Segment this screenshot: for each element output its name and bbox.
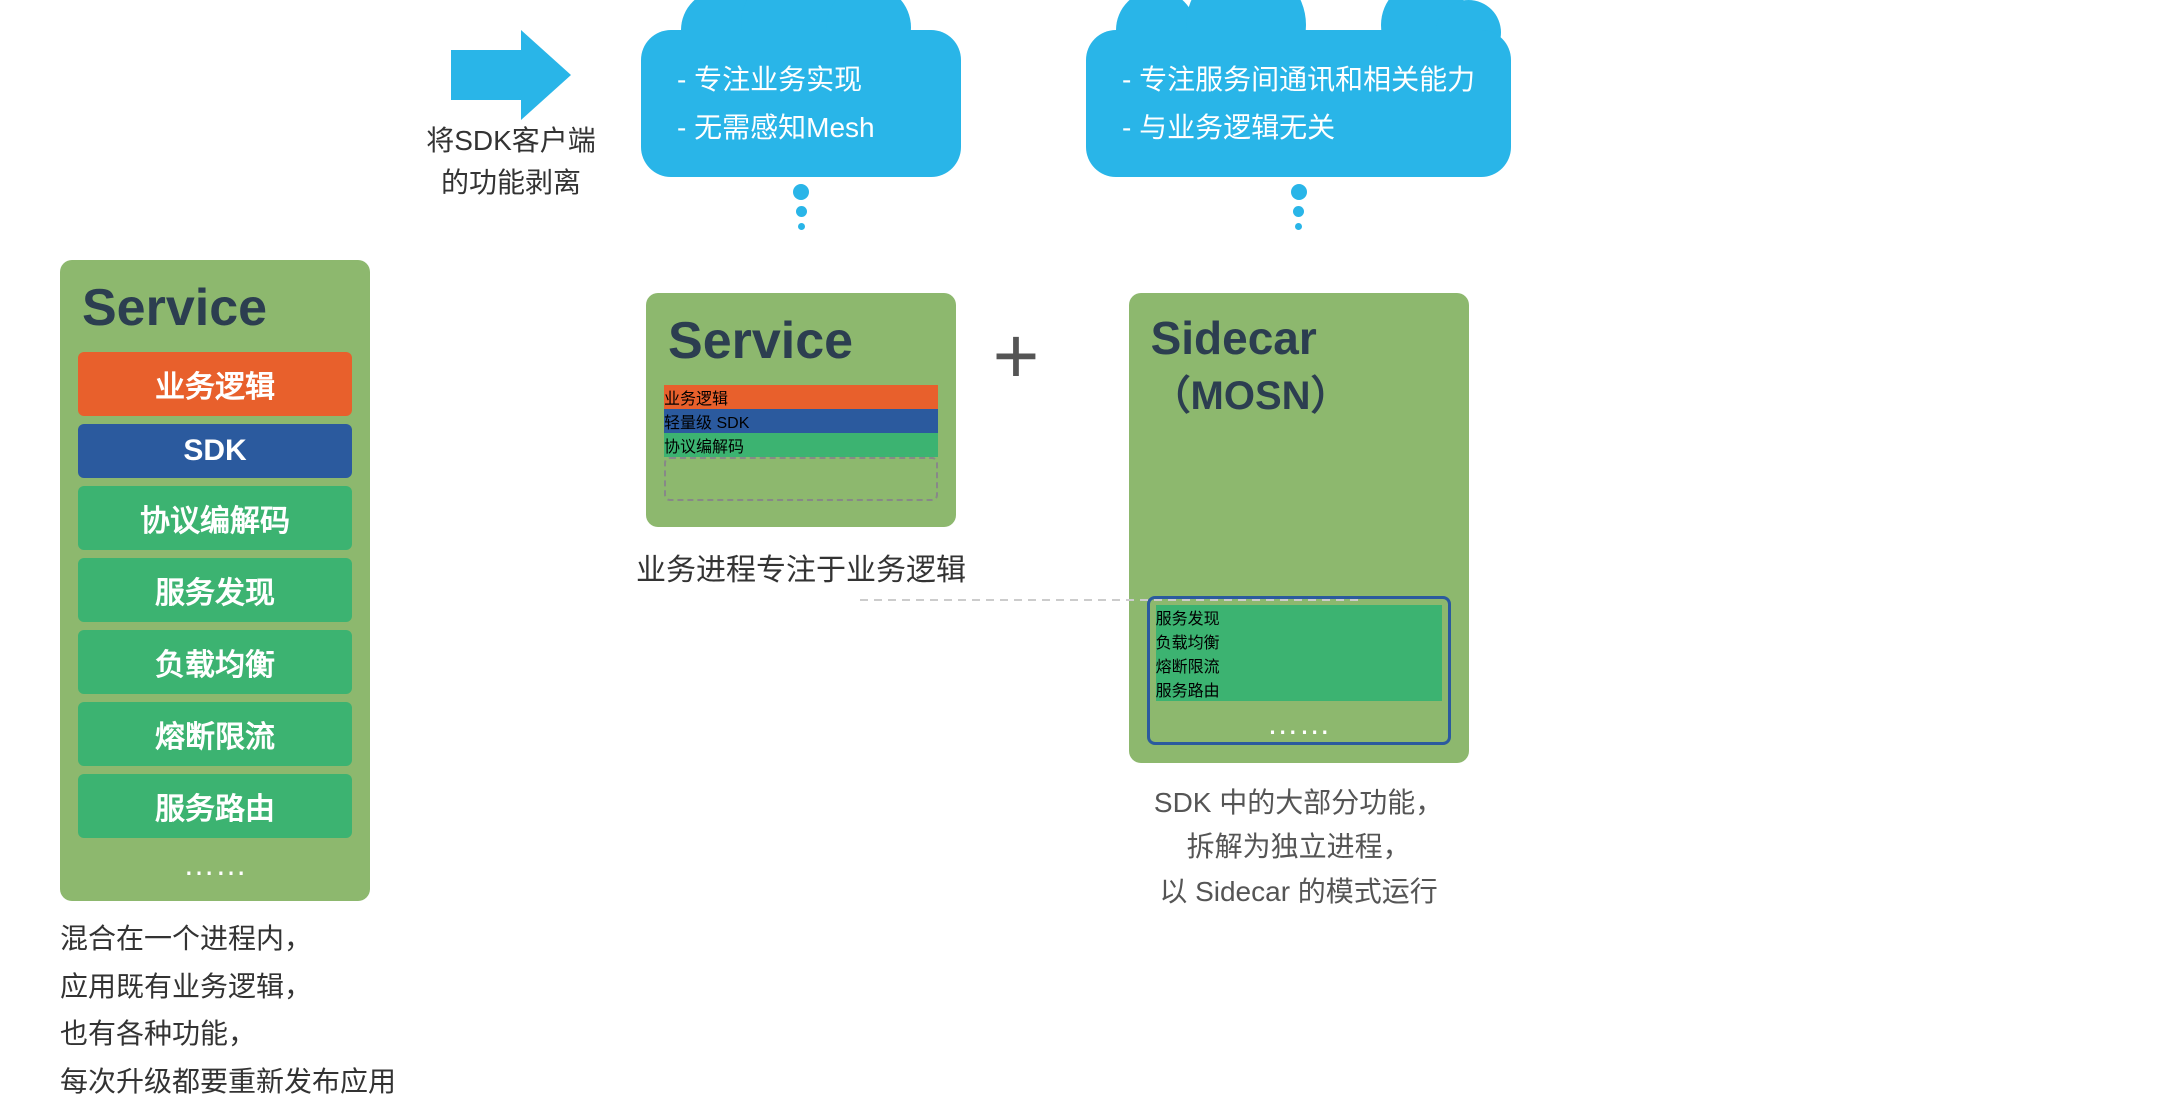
arrow-label: 将SDK客户端的功能剥离 xyxy=(426,120,596,204)
sidecar-inner-panel: 服务发现 负载均衡 熔断限流 服务路由 …… xyxy=(1147,596,1451,745)
right-cloud-line1: - 专注服务间通讯和相关能力 xyxy=(1122,56,1475,104)
sidecar-row-discovery: 服务发现 xyxy=(1156,605,1442,629)
sidecar-row-circuit: 熔断限流 xyxy=(1156,653,1442,677)
middle-row-sdk: 轻量级 SDK xyxy=(664,409,938,433)
left-row-discovery: 服务发现 xyxy=(78,558,352,622)
left-bottom-label: 混合在一个进程内， 应用既有业务逻辑， 也有各种功能， 每次升级都要重新发布应用 xyxy=(60,915,396,1105)
right-dot-sm xyxy=(1295,223,1302,230)
middle-row-protocol: 协议编解码 xyxy=(664,433,938,457)
middle-column: - 专注业务实现 - 无需感知Mesh Service 业务逻辑 轻量级 SDK… xyxy=(616,30,966,589)
left-column: Service 业务逻辑 SDK 协议编解码 服务发现 负载均衡 熔断限流 服务… xyxy=(60,30,396,1105)
right-dot-md xyxy=(1293,206,1304,217)
sidecar-row-routing: 服务路由 xyxy=(1156,677,1442,701)
cloud-pointer-dots xyxy=(641,181,961,233)
middle-service-box: Service 业务逻辑 轻量级 SDK 协议编解码 xyxy=(646,293,956,527)
cloud-dot-lg xyxy=(793,184,809,200)
left-cloud-wrapper: - 专注业务实现 - 无需感知Mesh xyxy=(641,30,961,233)
left-cloud-body: - 专注业务实现 - 无需感知Mesh xyxy=(641,30,961,177)
left-row-protocol: 协议编解码 xyxy=(78,486,352,550)
sidecar-box: Sidecar（MOSN） 服务发现 负载均衡 熔断限流 服务路由 …… xyxy=(1129,293,1469,762)
cloud-dot-sm xyxy=(798,223,805,230)
plus-sign: + xyxy=(966,30,1066,402)
sidecar-spacer xyxy=(1147,436,1451,596)
right-cloud-line2: - 与业务逻辑无关 xyxy=(1122,104,1475,152)
cloud-dot-md xyxy=(796,206,807,217)
diagram-container: Service 业务逻辑 SDK 协议编解码 服务发现 负载均衡 熔断限流 服务… xyxy=(0,0,2178,1004)
right-cloud-wrapper: - 专注服务间通讯和相关能力 - 与业务逻辑无关 xyxy=(1086,30,1511,233)
middle-service-title: Service xyxy=(664,311,938,371)
arrow-section: 将SDK客户端的功能剥离 xyxy=(396,30,616,444)
left-row-sdk: SDK xyxy=(78,424,352,478)
left-row-business-logic: 业务逻辑 xyxy=(78,352,352,416)
right-column: - 专注服务间通讯和相关能力 - 与业务逻辑无关 Sidecar（MOSN） xyxy=(1066,30,1511,915)
left-row-routing: 服务路由 xyxy=(78,774,352,838)
plus-text: + xyxy=(993,310,1040,402)
left-row-dots: …… xyxy=(78,846,352,883)
left-row-circuit: 熔断限流 xyxy=(78,702,352,766)
right-dot-lg xyxy=(1291,184,1307,200)
arrow-icon xyxy=(451,30,571,120)
sidecar-row-dots: …… xyxy=(1156,705,1442,742)
sidecar-bottom-label: SDK 中的大部分功能， 拆解为独立进程， 以 Sidecar 的模式运行 xyxy=(1154,781,1443,915)
right-cloud-pointer xyxy=(1086,181,1511,233)
sidecar-row-loadbalance: 负载均衡 xyxy=(1156,629,1442,653)
right-cloud-body: - 专注服务间通讯和相关能力 - 与业务逻辑无关 xyxy=(1086,30,1511,177)
left-cloud-line1: - 专注业务实现 xyxy=(677,56,925,104)
sidecar-title: Sidecar（MOSN） xyxy=(1147,311,1451,421)
left-row-loadbalance: 负载均衡 xyxy=(78,630,352,694)
left-cloud-line2: - 无需感知Mesh xyxy=(677,104,925,152)
left-service-title: Service xyxy=(78,278,352,338)
middle-bottom-label: 业务进程专注于业务逻辑 xyxy=(636,545,966,589)
left-service-box: Service 业务逻辑 SDK 协议编解码 服务发现 负载均衡 熔断限流 服务… xyxy=(60,260,370,901)
middle-dashed-placeholder xyxy=(664,457,938,501)
middle-row-business: 业务逻辑 xyxy=(664,385,938,409)
